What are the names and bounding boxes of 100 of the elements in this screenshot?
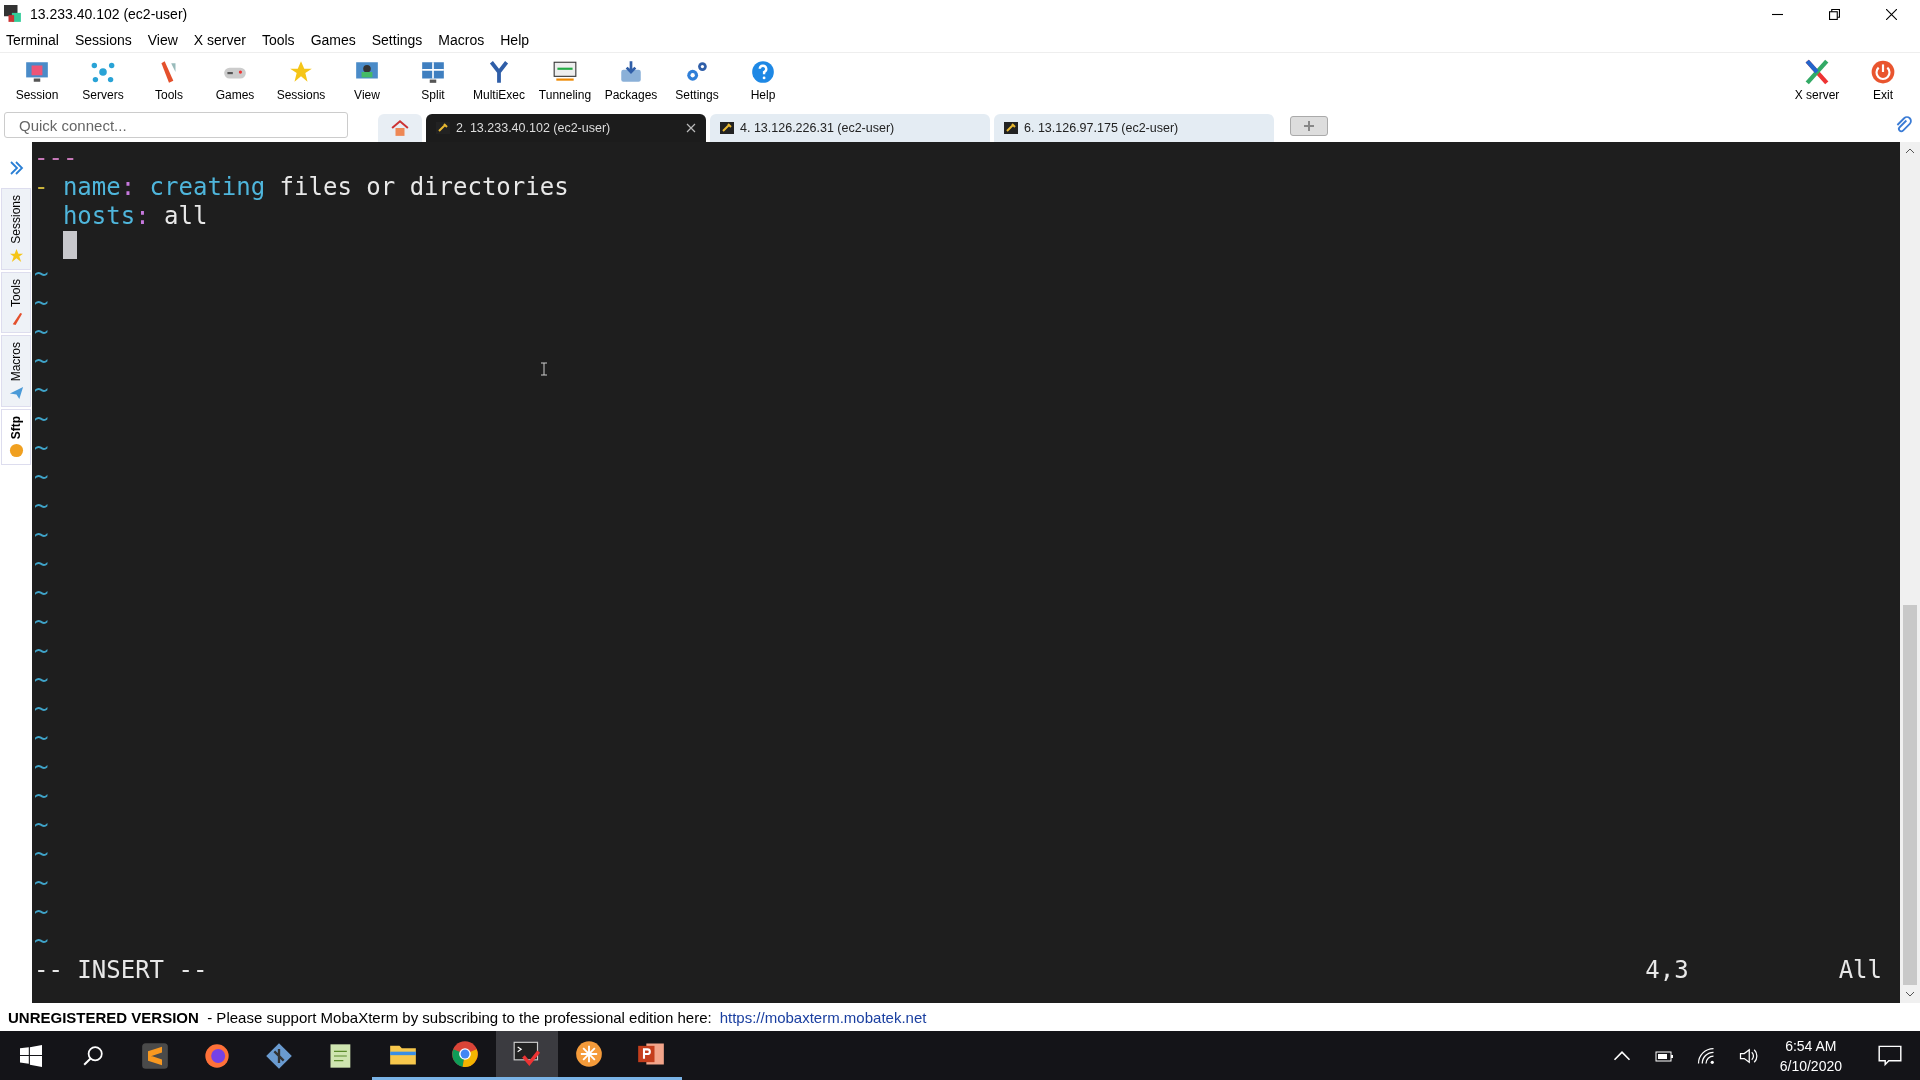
key-icon: [1004, 122, 1018, 134]
session-tab[interactable]: 2. 13.233.40.102 (ec2-user): [426, 114, 706, 142]
menu-item[interactable]: X server: [193, 32, 246, 48]
toolbar-button[interactable]: X server: [1784, 59, 1850, 102]
new-tab-button[interactable]: [1290, 116, 1328, 136]
empty-line-marker: ~: [34, 579, 49, 608]
menu-item[interactable]: Settings: [371, 32, 423, 48]
code-text: :: [120, 173, 136, 202]
empty-line-marker: ~: [34, 347, 49, 376]
plus-icon: [1303, 120, 1315, 132]
notification-icon[interactable]: [1878, 1043, 1902, 1068]
key-icon: [436, 122, 450, 134]
session-icon: [24, 59, 50, 85]
menu-item[interactable]: View: [147, 32, 178, 48]
empty-line-marker: ~: [34, 289, 49, 318]
star-icon: [8, 247, 24, 263]
empty-line-marker: ~: [34, 898, 49, 927]
text-cursor: [62, 231, 77, 259]
menu-item[interactable]: Macros: [438, 32, 485, 48]
paperclip-icon[interactable]: [1894, 116, 1912, 134]
side-tab[interactable]: Sessions: [1, 188, 31, 270]
toolbar-button[interactable]: Session: [4, 59, 70, 102]
document-start-marker: ---: [34, 144, 78, 173]
empty-line-marker: ~: [34, 666, 49, 695]
website-link[interactable]: https://mobaxterm.mobatek.net: [719, 1008, 927, 1026]
toolbar-button[interactable]: MultiExec: [466, 59, 532, 102]
empty-line-marker: ~: [34, 608, 49, 637]
toolbar-button[interactable]: Packages: [598, 59, 664, 102]
taskbar-app[interactable]: [496, 1031, 558, 1080]
wifi-icon[interactable]: [1695, 1045, 1716, 1066]
empty-line-marker: ~: [34, 840, 49, 869]
session-tab[interactable]: 4. 13.126.226.31 (ec2-user): [710, 114, 990, 142]
toolbar-button[interactable]: Settings: [664, 59, 730, 102]
clock-time[interactable]: 6:54 AM: [1785, 1035, 1837, 1056]
empty-line-marker: ~: [34, 405, 49, 434]
window-title: 13.233.40.102 (ec2-user): [30, 6, 188, 22]
empty-line-marker: ~: [34, 492, 49, 521]
empty-line-marker: ~: [34, 782, 49, 811]
scroll-down-icon[interactable]: [1905, 991, 1915, 997]
code-text: creating: [149, 173, 266, 202]
list-dash: -: [34, 173, 50, 202]
toolbar-button[interactable]: Exit: [1850, 59, 1916, 102]
empty-line-marker: ~: [34, 695, 49, 724]
toolbar-button[interactable]: Help: [730, 59, 796, 102]
code-text: name: [62, 173, 121, 202]
toolbar-button[interactable]: Split: [400, 59, 466, 102]
status-message: UNREGISTERED VERSION - Please support MobaXterm by subscribing to the professional edition here:: [8, 1008, 712, 1026]
cursor-position: 4,3: [1645, 956, 1689, 985]
empty-line-marker: ~: [34, 434, 49, 463]
session-tab[interactable]: 6. 13.126.97.175 (ec2-user): [994, 114, 1274, 142]
terminal-icon: [513, 1040, 541, 1068]
scroll-position: All: [1838, 956, 1882, 985]
side-tab[interactable]: Tools: [1, 271, 31, 333]
toolbar-button[interactable]: Servers: [70, 59, 136, 102]
key-icon: [720, 122, 734, 134]
power-icon: [1870, 59, 1896, 85]
toolbar-button[interactable]: Games: [202, 59, 268, 102]
empty-line-marker: ~: [34, 318, 49, 347]
empty-line-marker: ~: [34, 463, 49, 492]
toolbar-button[interactable]: Tools: [136, 59, 202, 102]
toolbar-button[interactable]: Sessions: [268, 59, 334, 102]
quick-connect-field[interactable]: Quick connect...: [4, 112, 348, 138]
split-icon: [420, 59, 446, 85]
close-tab-icon[interactable]: [686, 123, 696, 133]
help-icon: [750, 59, 776, 85]
menu-item[interactable]: Tools: [261, 32, 295, 48]
expand-chevron-icon[interactable]: [8, 160, 24, 176]
scrollbar[interactable]: [1900, 142, 1920, 1003]
empty-line-marker: ~: [34, 260, 49, 289]
empty-line-marker: ~: [34, 637, 49, 666]
empty-line-marker: ~: [34, 724, 49, 753]
home-tab[interactable]: [378, 114, 422, 142]
toolbar-button[interactable]: View: [334, 59, 400, 102]
browser-ring-icon: [451, 1040, 479, 1068]
side-tab[interactable]: Sftp: [1, 409, 31, 466]
menu-item[interactable]: Sessions: [74, 32, 132, 48]
home-icon: [391, 119, 409, 137]
menu-item[interactable]: Terminal: [6, 32, 59, 48]
empty-line-marker: ~: [34, 927, 49, 956]
empty-line-marker: ~: [34, 869, 49, 898]
empty-line-marker: ~: [34, 376, 49, 405]
menu-item[interactable]: Games: [310, 32, 356, 48]
clock-date[interactable]: 6/10/2020: [1779, 1055, 1842, 1076]
x-logo-icon: [1804, 59, 1830, 85]
diamond-icon: [265, 1041, 293, 1070]
snowflake-icon: [575, 1040, 603, 1068]
menu-item[interactable]: Help: [500, 32, 530, 48]
empty-line-marker: ~: [34, 811, 49, 840]
code-text: all: [164, 202, 208, 231]
app-logo-icon: [4, 5, 22, 23]
side-tab[interactable]: Macros: [1, 334, 31, 408]
paper-plane-icon: [8, 385, 24, 401]
empty-line-marker: ~: [34, 550, 49, 579]
code-text: hosts: [62, 202, 136, 231]
empty-line-marker: ~: [34, 521, 49, 550]
toolbar-button[interactable]: Tunneling: [532, 59, 598, 102]
code-text: files or directories: [279, 173, 569, 202]
packages-icon: [618, 59, 644, 85]
scroll-up-icon[interactable]: [1905, 148, 1915, 154]
empty-line-marker: ~: [34, 753, 49, 782]
